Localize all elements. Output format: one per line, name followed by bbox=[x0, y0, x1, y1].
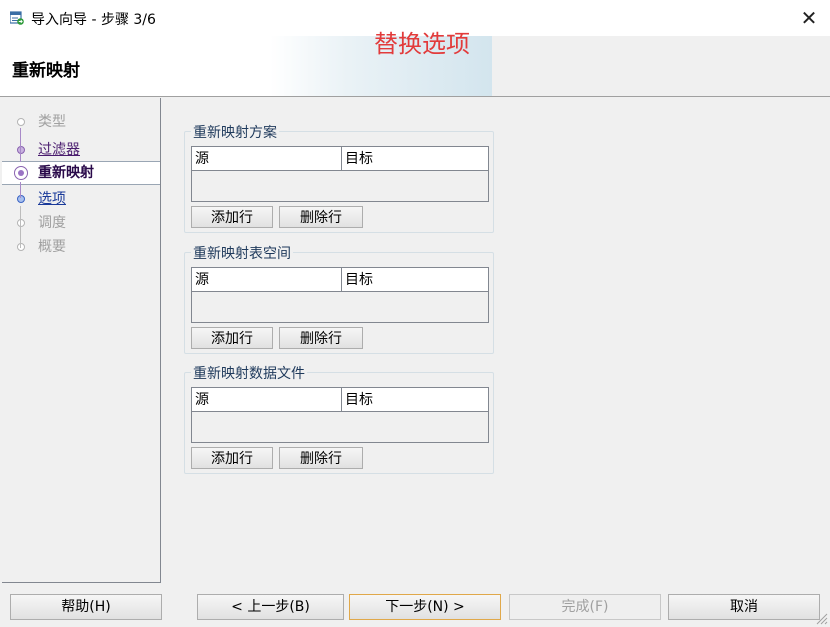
step-connector bbox=[20, 128, 21, 162]
nav-step-label: 调度 bbox=[38, 215, 66, 231]
group-title: 重新映射表空间 bbox=[191, 243, 293, 263]
nav-step-label[interactable]: 过滤器 bbox=[38, 139, 80, 161]
current-step-icon bbox=[14, 166, 28, 180]
import-wizard-icon bbox=[10, 11, 24, 25]
column-header-target[interactable]: 目标 bbox=[342, 388, 488, 412]
add-row-button[interactable]: 添加行 bbox=[191, 327, 273, 349]
column-header-source[interactable]: 源 bbox=[192, 268, 342, 292]
add-row-button[interactable]: 添加行 bbox=[191, 447, 273, 469]
nav-step-options[interactable]: 选项 bbox=[2, 188, 160, 210]
annotation-label: 替换选项 bbox=[374, 30, 470, 58]
next-button[interactable]: 下一步(N) > bbox=[349, 594, 501, 620]
step-dot-icon bbox=[17, 146, 25, 154]
step-dot-icon bbox=[17, 118, 25, 126]
column-header-target[interactable]: 目标 bbox=[342, 147, 488, 171]
back-button[interactable]: < 上一步(B) bbox=[197, 594, 344, 620]
nav-step-label[interactable]: 选项 bbox=[38, 188, 66, 210]
nav-step-label: 重新映射 bbox=[38, 165, 94, 181]
remap-tablespace-group: 重新映射表空间 源 目标 添加行 删除行 bbox=[184, 243, 494, 354]
add-row-button[interactable]: 添加行 bbox=[191, 206, 273, 228]
close-icon[interactable]: ✕ bbox=[794, 4, 824, 32]
nav-step-type: 类型 bbox=[2, 111, 160, 133]
column-header-target[interactable]: 目标 bbox=[342, 268, 488, 292]
nav-step-label: 类型 bbox=[38, 114, 66, 130]
group-title: 重新映射数据文件 bbox=[191, 363, 307, 383]
nav-step-summary: 概要 bbox=[2, 236, 160, 258]
remap-tablespace-table[interactable]: 源 目标 bbox=[191, 267, 489, 323]
resize-grip-icon[interactable] bbox=[814, 611, 828, 625]
delete-row-button[interactable]: 删除行 bbox=[279, 327, 363, 349]
cancel-button[interactable]: 取消 bbox=[668, 594, 820, 620]
step-dot-icon bbox=[17, 219, 25, 227]
step-dot-icon bbox=[17, 243, 25, 251]
group-title: 重新映射方案 bbox=[191, 122, 279, 142]
step-connector bbox=[20, 206, 21, 248]
step-dot-icon bbox=[17, 195, 25, 203]
window-title: 导入向导 - 步骤 3/6 bbox=[31, 12, 156, 28]
page-title: 重新映射 bbox=[12, 61, 80, 81]
remap-schema-table[interactable]: 源 目标 bbox=[191, 146, 489, 202]
remap-schema-group: 重新映射方案 源 目标 添加行 删除行 bbox=[184, 122, 494, 233]
help-button[interactable]: 帮助(H) bbox=[10, 594, 162, 620]
delete-row-button[interactable]: 删除行 bbox=[279, 206, 363, 228]
remap-datafile-table[interactable]: 源 目标 bbox=[191, 387, 489, 443]
nav-step-schedule: 调度 bbox=[2, 212, 160, 234]
nav-step-remap: 重新映射 bbox=[2, 161, 160, 185]
step-connector bbox=[20, 182, 21, 198]
finish-button: 完成(F) bbox=[509, 594, 661, 620]
column-header-source[interactable]: 源 bbox=[192, 388, 342, 412]
header-right-panel bbox=[492, 36, 830, 96]
step-navigation: 类型 过滤器 重新映射 选项 调度 概要 bbox=[2, 98, 161, 583]
delete-row-button[interactable]: 删除行 bbox=[279, 447, 363, 469]
header-divider bbox=[0, 96, 830, 97]
nav-step-label: 概要 bbox=[38, 239, 66, 255]
column-header-source[interactable]: 源 bbox=[192, 147, 342, 171]
nav-step-filter[interactable]: 过滤器 bbox=[2, 139, 160, 161]
remap-datafile-group: 重新映射数据文件 源 目标 添加行 删除行 bbox=[184, 363, 494, 474]
